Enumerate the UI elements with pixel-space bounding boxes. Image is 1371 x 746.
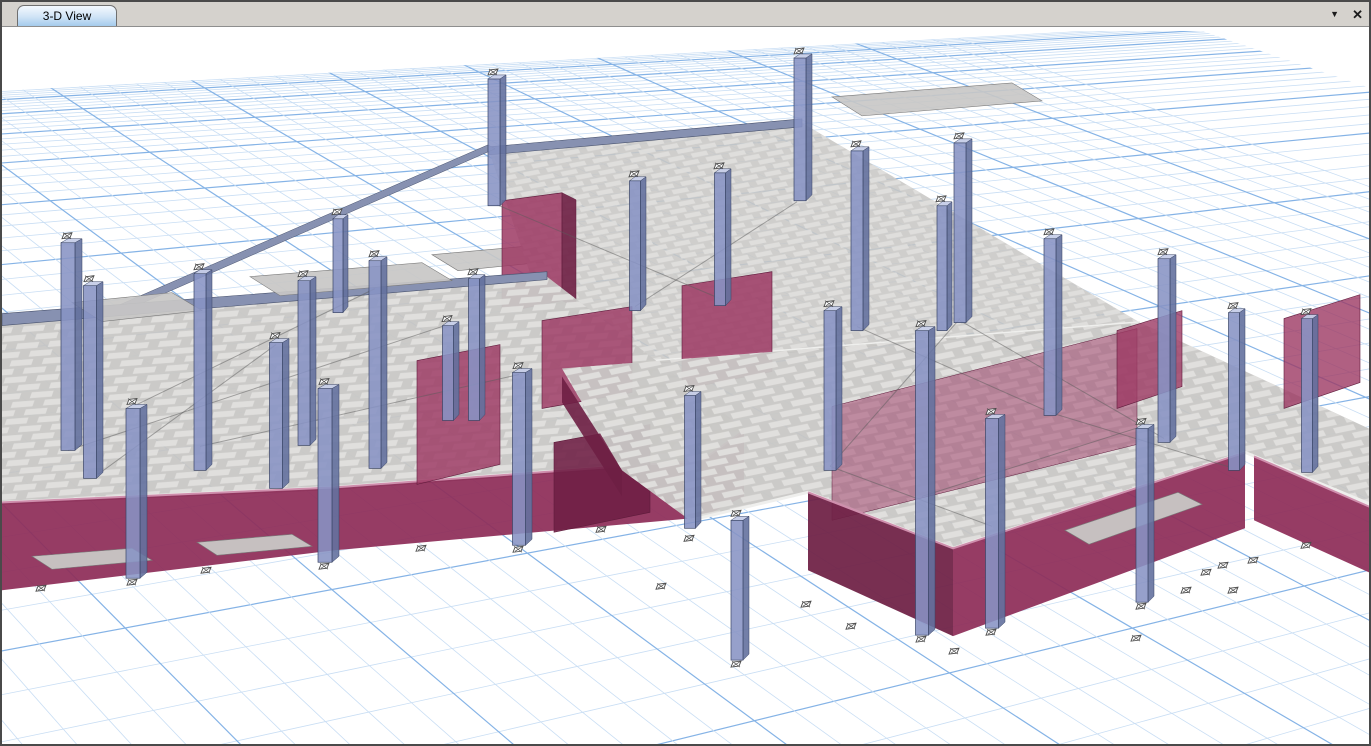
column[interactable] (1044, 229, 1062, 416)
support-icon (1136, 603, 1146, 609)
column[interactable] (513, 363, 533, 553)
support-icon (127, 579, 137, 585)
support-icon (936, 196, 946, 202)
support-icon (62, 233, 72, 239)
view-window: 3-D View ▼ ✕ (0, 0, 1371, 746)
support-icon (36, 585, 46, 591)
support-icon (916, 636, 926, 642)
support-icon (801, 601, 811, 607)
column[interactable] (1301, 309, 1318, 473)
support-icon (846, 623, 856, 629)
column[interactable] (270, 333, 290, 489)
column[interactable] (488, 69, 506, 206)
column[interactable] (684, 386, 701, 529)
support-icon (1218, 562, 1228, 568)
column[interactable] (986, 408, 1006, 635)
column[interactable] (126, 398, 147, 585)
model-3d-canvas[interactable] (2, 27, 1369, 744)
column[interactable] (936, 196, 952, 331)
column[interactable] (369, 251, 387, 469)
column[interactable] (794, 48, 812, 201)
support-icon (319, 563, 329, 569)
support-icon (1181, 587, 1191, 593)
support-icon (84, 276, 94, 282)
support-icon (1228, 587, 1238, 593)
support-icon (1131, 635, 1141, 641)
support-icon (513, 546, 523, 552)
support-icon (1301, 542, 1311, 548)
close-view-icon[interactable]: ✕ (1352, 8, 1363, 21)
support-icon (596, 526, 606, 532)
support-icon (1158, 249, 1168, 255)
column[interactable] (318, 379, 339, 570)
tab-list-dropdown-icon[interactable]: ▼ (1330, 10, 1339, 19)
view-tab-bar: 3-D View ▼ ✕ (2, 2, 1369, 27)
column[interactable] (442, 316, 459, 421)
column[interactable] (954, 133, 972, 323)
model-3d-viewport[interactable] (2, 27, 1369, 744)
column[interactable] (916, 321, 936, 643)
support-icon (656, 583, 666, 589)
column[interactable] (1228, 303, 1245, 471)
column[interactable] (714, 163, 731, 306)
support-icon (731, 661, 741, 667)
column[interactable] (84, 276, 104, 479)
column[interactable] (332, 209, 348, 313)
tab-3d-view[interactable]: 3-D View (17, 5, 117, 26)
column[interactable] (851, 141, 869, 331)
tab-3d-view-label: 3-D View (43, 9, 91, 23)
support-icon (949, 648, 959, 654)
support-icon (416, 545, 426, 551)
support-icon (986, 629, 996, 635)
column[interactable] (468, 269, 485, 421)
support-icon (954, 133, 964, 139)
column[interactable] (1158, 249, 1176, 443)
support-icon (369, 251, 379, 257)
column[interactable] (61, 233, 82, 451)
column[interactable] (194, 264, 212, 471)
column[interactable] (1136, 418, 1154, 609)
tab-controls: ▼ ✕ (1330, 2, 1363, 26)
support-icon (1201, 569, 1211, 575)
column[interactable] (731, 510, 749, 667)
column[interactable] (824, 301, 842, 471)
column[interactable] (298, 271, 316, 446)
support-icon (684, 535, 694, 541)
support-icon (201, 567, 211, 573)
column[interactable] (629, 171, 646, 311)
